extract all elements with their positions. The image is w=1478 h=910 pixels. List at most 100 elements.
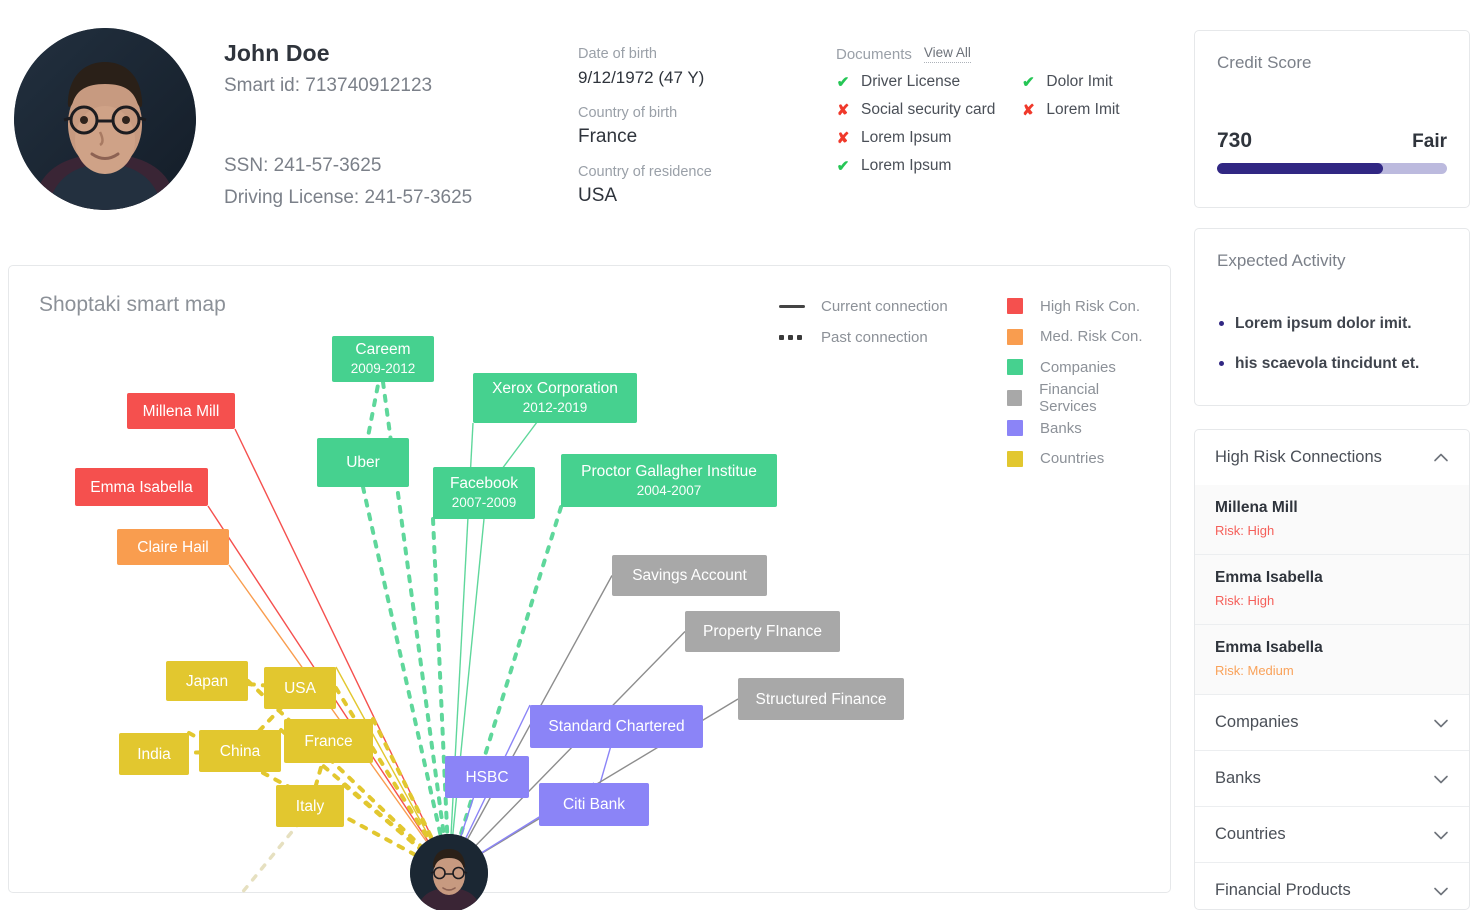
chevron-down-icon[interactable]	[1433, 715, 1449, 731]
graph-node-label: Claire Hail	[137, 538, 209, 556]
driving-license-value: Driving License: 241-57-3625	[224, 187, 473, 208]
document-item[interactable]: ✔ Lorem Ipsum	[836, 157, 995, 175]
graph-node-label: Xerox Corporation	[492, 380, 618, 397]
graph-node-label: India	[137, 745, 171, 763]
expected-activity-card: Expected Activity Lorem ipsum dolor imit…	[1194, 228, 1470, 406]
birth-details: Date of birth 9/12/1972 (47 Y) Country o…	[578, 43, 808, 220]
accordion-header-companies[interactable]: Companies	[1195, 695, 1469, 750]
dob-label: Date of birth	[578, 46, 657, 62]
graph-node-italy[interactable]: Italy	[276, 785, 344, 827]
graph-node-label: Millena Mill	[142, 402, 220, 420]
expected-activity-item: his scaevola tincidunt et.	[1217, 353, 1447, 375]
graph-node-millena-mill[interactable]: Millena Mill	[127, 393, 235, 429]
cross-icon: ✘	[836, 129, 850, 147]
credit-score-rating: Fair	[1412, 131, 1447, 152]
graph-node-standard-chartered[interactable]: Standard Chartered	[530, 705, 703, 748]
graph-node-emma-isabella[interactable]: Emma Isabella	[75, 468, 208, 506]
document-label: Dolor Imit	[1046, 73, 1113, 90]
chevron-up-icon[interactable]	[1433, 450, 1449, 466]
expected-activity-list: Lorem ipsum dolor imit. his scaevola tinc…	[1217, 313, 1447, 375]
check-icon: ✔	[1022, 73, 1035, 91]
graph-node-china[interactable]: China	[199, 730, 281, 772]
document-item[interactable]: ✘ Lorem Ipsum	[836, 129, 995, 147]
chevron-down-icon[interactable]	[1433, 883, 1449, 899]
documents-title: Documents	[836, 45, 912, 63]
risk-connection-level: Risk: Medium	[1215, 663, 1294, 678]
graph-node-facebook[interactable]: Facebook 2007-2009	[433, 467, 535, 519]
graph-node-label: Careem	[355, 341, 411, 358]
graph-node-xerox[interactable]: Xerox Corporation 2012-2019	[473, 373, 637, 423]
accordion-section: Companies	[1195, 694, 1469, 750]
accordion-section: High Risk Connections Millena Mill Risk: H…	[1195, 430, 1469, 694]
accordion-header-financial-products[interactable]: Financial Products	[1195, 863, 1469, 909]
graph-node-label: Japan	[185, 672, 229, 690]
documents-column-1: ✔ Driver License ✘ Social security card ✘ Lor…	[836, 73, 996, 175]
graph-node-uber[interactable]: Uber	[317, 438, 409, 487]
document-item[interactable]: ✔ Dolor Imit	[1021, 73, 1119, 91]
accordion-header-label: High Risk Connections	[1215, 448, 1382, 466]
graph-node-proctor[interactable]: Proctor Gallagher Institue 2004-2007	[561, 454, 777, 507]
graph-node-label: China	[219, 742, 261, 760]
graph-node-citi-bank[interactable]: Citi Bank	[539, 783, 649, 826]
graph-node-years: 2007-2009	[451, 495, 517, 510]
john-doe-center-node[interactable]	[410, 834, 488, 910]
graph-node-years: 2004-2007	[636, 482, 702, 498]
accordion-section: Countries	[1195, 806, 1469, 862]
graph-node-label: Italy	[295, 797, 325, 815]
dob-value: 9/12/1972 (47 Y)	[578, 68, 705, 87]
accordion-header-high-risk-connections[interactable]: High Risk Connections	[1195, 430, 1469, 485]
graph-node-claire-hail[interactable]: Claire Hail	[117, 529, 229, 565]
risk-connection-item[interactable]: Emma Isabella Risk: Medium	[1195, 624, 1469, 694]
risk-connection-level: Risk: High	[1215, 593, 1275, 608]
accordion-section: Banks	[1195, 750, 1469, 806]
graph-node-france[interactable]: France	[284, 719, 373, 763]
check-icon: ✔	[836, 157, 850, 175]
credit-score-value: 730	[1217, 129, 1253, 152]
document-label: Driver License	[861, 73, 961, 90]
credit-score-card: Credit Score 730 Fair	[1194, 30, 1470, 208]
document-item[interactable]: ✘ Lorem Imit	[1021, 101, 1120, 119]
risk-connection-item[interactable]: Millena Mill Risk: High	[1195, 485, 1469, 554]
identity-block: John Doe Smart id: 713740912123	[224, 40, 432, 97]
graph-node-label: Property FInance	[703, 623, 822, 640]
document-label: Lorem Ipsum	[861, 157, 952, 174]
check-icon: ✔	[836, 73, 850, 91]
documents-column-2: ✔ Dolor Imit ✘ Lorem Imit	[1021, 73, 1120, 175]
graph-node-label: France	[304, 732, 353, 750]
graph-node-years: 2012-2019	[522, 400, 588, 415]
graph-node-label: Proctor Gallagher Institue	[581, 462, 757, 480]
document-label: Lorem Imit	[1046, 101, 1120, 118]
view-all-link[interactable]: View All	[923, 45, 971, 63]
chevron-down-icon[interactable]	[1433, 827, 1449, 843]
country-of-residence-label: Country of residence	[578, 164, 712, 180]
graph-node-property-finance[interactable]: Property FInance	[685, 611, 840, 652]
graph-node-hsbc[interactable]: HSBC	[445, 756, 529, 798]
expected-activity-item: Lorem ipsum dolor imit.	[1217, 313, 1447, 335]
graph-node-label: Savings Account	[632, 567, 747, 584]
risk-connection-name: Emma Isabella	[1215, 639, 1323, 656]
accordion-header-label: Companies	[1215, 713, 1299, 731]
document-item[interactable]: ✔ Driver License	[836, 73, 995, 91]
chevron-down-icon[interactable]	[1433, 771, 1449, 787]
accordion-header-label: Countries	[1215, 825, 1286, 843]
smart-id: Smart id: 713740912123	[224, 75, 433, 96]
document-label: Lorem Ipsum	[861, 129, 952, 146]
graph-node-label: Citi Bank	[562, 796, 626, 813]
document-item[interactable]: ✘ Social security card	[836, 101, 996, 119]
risk-connection-level: Risk: High	[1215, 523, 1275, 538]
risk-connection-item[interactable]: Emma Isabella Risk: High	[1195, 554, 1469, 624]
accordion-header-banks[interactable]: Banks	[1195, 751, 1469, 806]
cross-icon: ✘	[836, 101, 850, 119]
graph-node-label: HSBC	[465, 768, 509, 786]
graph-node-japan[interactable]: Japan	[166, 661, 248, 701]
graph-node-savings-account[interactable]: Savings Account	[612, 555, 767, 596]
ssn-value: SSN: 241-57-3625	[224, 155, 382, 176]
graph-node-usa[interactable]: USA	[264, 667, 336, 709]
graph-node-structured-finance[interactable]: Structured Finance	[738, 678, 904, 720]
graph-node-label: USA	[284, 679, 316, 697]
graph-node-label: Emma Isabella	[90, 478, 193, 496]
accordion-header-countries[interactable]: Countries	[1195, 807, 1469, 862]
graph-node-careem[interactable]: Careem 2009-2012	[332, 336, 434, 382]
graph-node-india[interactable]: India	[119, 733, 189, 775]
accordion-header-label: Financial Products	[1215, 881, 1351, 899]
